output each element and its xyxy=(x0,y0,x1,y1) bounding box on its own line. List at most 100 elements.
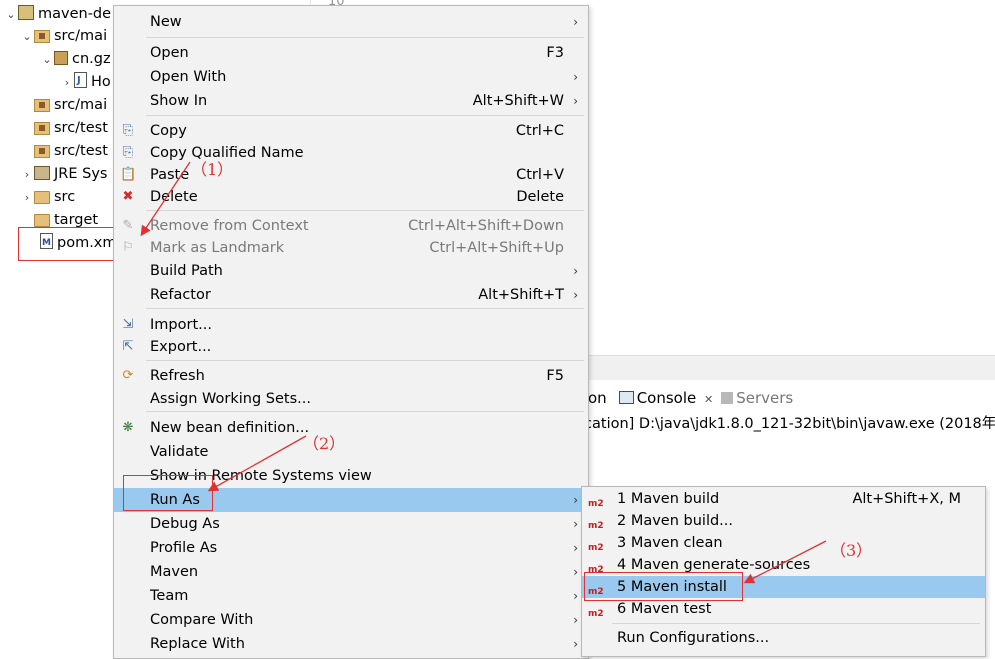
servers-icon xyxy=(721,392,734,404)
tree-item-label: src/mai xyxy=(54,97,108,113)
submenu-item-label: 1 Maven build xyxy=(617,491,720,507)
menu-item-refresh[interactable]: ⟳ Refresh F5 xyxy=(114,364,588,388)
menu-item-label: Import... xyxy=(150,317,212,333)
menu-item-shortcut: Alt+Shift+T xyxy=(478,287,564,303)
menu-item-remove-from-context[interactable]: ✎ Remove from Context Ctrl+Alt+Shift+Down xyxy=(114,214,588,238)
tree-item-src-test-resources[interactable]: src/test xyxy=(34,140,108,162)
tree-item-src-main[interactable]: ⌄ src/mai xyxy=(20,25,107,47)
menu-item-profile-as[interactable]: Profile As › xyxy=(114,536,588,560)
menu-item-refactor[interactable]: Refactor Alt+Shift+T › xyxy=(114,283,588,307)
menu-item-label: Show In xyxy=(150,93,208,109)
annotation-box-maven-install xyxy=(584,572,743,601)
menu-item-debug-as[interactable]: Debug As › xyxy=(114,512,588,536)
menu-item-label: Delete xyxy=(150,189,198,205)
menu-item-show-in[interactable]: Show In Alt+Shift+W › xyxy=(114,89,588,113)
menu-item-label: Team xyxy=(150,588,189,604)
menu-item-shortcut: Delete xyxy=(516,189,564,205)
expand-arrow-icon[interactable]: ⌄ xyxy=(4,4,18,26)
menu-item-compare-with[interactable]: Compare With › xyxy=(114,608,588,632)
menu-item-label: Assign Working Sets... xyxy=(150,391,312,407)
expand-arrow-icon[interactable]: › xyxy=(60,72,74,94)
submenu-item-1-maven-build[interactable]: m2 1 Maven build Alt+Shift+X, M xyxy=(582,488,985,510)
menu-item-label: Build Path xyxy=(150,263,223,279)
tree-item-label: src xyxy=(54,189,76,205)
close-icon[interactable]: ✕ xyxy=(704,393,713,406)
submenu-chevron-icon: › xyxy=(573,288,578,302)
java-file-icon xyxy=(74,70,87,92)
menu-item-import[interactable]: ⇲ Import... xyxy=(114,313,588,337)
menu-item-copy-qualified-name[interactable]: ⎘ Copy Qualified Name xyxy=(114,141,588,165)
source-folder-icon xyxy=(34,145,50,158)
tree-item-java-file[interactable]: › Ho xyxy=(60,70,111,94)
import-icon: ⇲ xyxy=(122,317,134,332)
expand-arrow-icon[interactable]: › xyxy=(20,164,34,186)
menu-item-assign-working-sets[interactable]: Assign Working Sets... xyxy=(114,387,588,411)
menu-item-paste[interactable]: 📋 Paste Ctrl+V xyxy=(114,163,588,187)
menu-item-export[interactable]: ⇱ Export... xyxy=(114,335,588,359)
tab-previous-fragment[interactable]: on xyxy=(588,389,607,407)
menu-item-copy[interactable]: ⎘ Copy Ctrl+C xyxy=(114,119,588,143)
tab-servers-label: Servers xyxy=(736,389,794,407)
menu-item-label: Paste xyxy=(150,167,190,183)
menu-item-label: Copy xyxy=(150,123,187,139)
paste-icon: 📋 xyxy=(120,167,137,182)
tree-item-label: src/mai xyxy=(54,28,108,44)
menu-item-label: Debug As xyxy=(150,516,220,532)
menu-item-validate[interactable]: Validate xyxy=(114,440,588,464)
copy-qualified-name-icon: ⎘ xyxy=(122,145,134,160)
export-icon: ⇱ xyxy=(122,339,134,354)
submenu-item-2-maven-build[interactable]: m2 2 Maven build... xyxy=(582,510,985,532)
tree-item-label: maven-de xyxy=(38,6,112,22)
submenu-item-6-maven-test[interactable]: m2 6 Maven test xyxy=(582,598,985,620)
annotation-step-1: （1） xyxy=(191,160,234,179)
expand-arrow-icon[interactable]: ⌄ xyxy=(40,49,54,71)
menu-item-delete[interactable]: ✖ Delete Delete xyxy=(114,185,588,209)
submenu-item-shortcut: Alt+Shift+X, M xyxy=(852,491,961,507)
submenu-item-3-maven-clean[interactable]: m2 3 Maven clean xyxy=(582,532,985,554)
tree-item-label: Ho xyxy=(91,74,111,90)
menu-item-mark-as-landmark[interactable]: ⚐ Mark as Landmark Ctrl+Alt+Shift+Up xyxy=(114,236,588,260)
menu-item-label: Open With xyxy=(150,69,227,85)
submenu-chevron-icon: › xyxy=(573,589,578,603)
console-output-line: ication] D:\java\jdk1.8.0_121-32bit\bin\… xyxy=(580,416,995,432)
context-menu: New › Open F3 Open With › Show In Alt+Shift+W › ⎘… xyxy=(113,5,589,659)
submenu-chevron-icon: › xyxy=(573,565,578,579)
menu-separator xyxy=(146,37,584,38)
package-icon xyxy=(54,51,68,65)
menu-item-new[interactable]: New › xyxy=(114,10,588,34)
tree-item-src-test-java[interactable]: src/test xyxy=(34,117,108,139)
menu-item-maven[interactable]: Maven › xyxy=(114,560,588,584)
menu-item-build-path[interactable]: Build Path › xyxy=(114,259,588,283)
menu-item-label: New xyxy=(150,14,182,30)
tree-item-project[interactable]: ⌄ maven-de xyxy=(4,3,111,25)
tree-item-src-main-resources[interactable]: src/mai xyxy=(34,94,107,116)
source-folder-icon xyxy=(34,99,50,112)
menu-item-shortcut: F3 xyxy=(546,45,564,61)
tree-item-label: JRE Sys xyxy=(54,166,108,182)
folder-icon xyxy=(34,191,50,204)
expand-arrow-icon[interactable]: ⌄ xyxy=(20,26,34,48)
submenu-chevron-icon: › xyxy=(573,264,578,278)
menu-item-open[interactable]: Open F3 xyxy=(114,41,588,65)
expand-arrow-icon[interactable]: › xyxy=(20,187,34,209)
tab-servers[interactable]: Servers xyxy=(721,389,793,407)
menu-item-shortcut: Ctrl+V xyxy=(516,167,564,183)
submenu-item-label: Run Configurations... xyxy=(617,630,770,646)
submenu-item-label: 6 Maven test xyxy=(617,601,712,617)
submenu-item-run-configurations[interactable]: Run Configurations... xyxy=(582,627,985,649)
submenu-chevron-icon: › xyxy=(573,493,578,507)
menu-item-label: Compare With xyxy=(150,612,254,628)
menu-item-replace-with[interactable]: Replace With › xyxy=(114,632,588,656)
tree-item-src[interactable]: › src xyxy=(20,186,75,208)
menu-separator xyxy=(146,115,584,116)
menu-item-shortcut: Ctrl+Alt+Shift+Up xyxy=(429,240,564,256)
tree-item-package[interactable]: ⌄ cn.gz xyxy=(40,48,111,70)
menu-item-new-bean-definition[interactable]: ❋ New bean definition... xyxy=(114,416,588,440)
menu-item-team[interactable]: Team › xyxy=(114,584,588,608)
tree-item-jre-library[interactable]: › JRE Sys xyxy=(20,163,107,185)
copy-icon: ⎘ xyxy=(122,123,134,138)
delete-icon: ✖ xyxy=(122,189,134,204)
menu-item-label: Mark as Landmark xyxy=(150,240,285,256)
tab-console[interactable]: Console xyxy=(637,389,697,407)
menu-item-open-with[interactable]: Open With › xyxy=(114,65,588,89)
